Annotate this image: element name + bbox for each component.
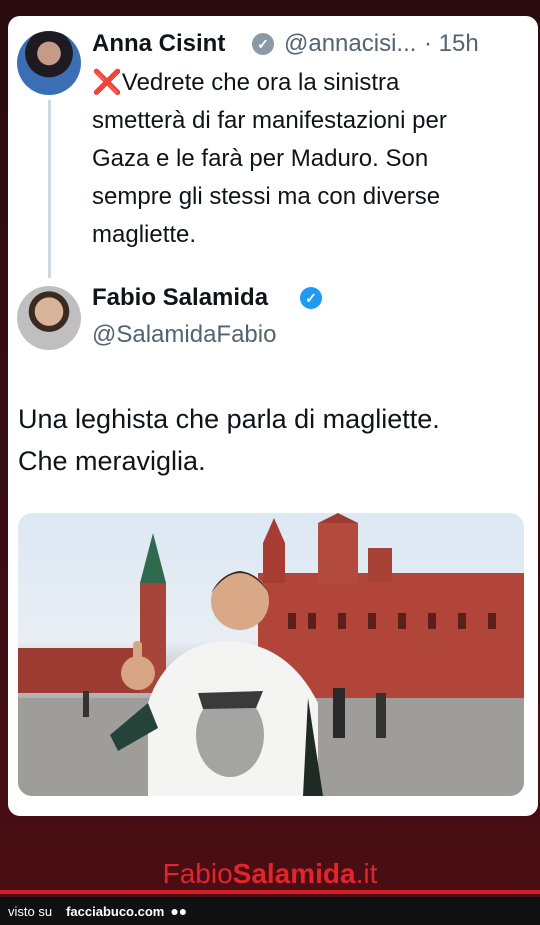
footer-watermark: FabioSalamida.it — [0, 858, 540, 890]
photo-illustration — [18, 513, 524, 796]
author-name-fabio[interactable]: Fabio Salamida — [92, 284, 268, 312]
reply-line-2: Che meraviglia. — [18, 446, 206, 476]
reply-line-1: Una leghista che parla di magliette. — [18, 404, 440, 434]
text-line-5: magliette. — [92, 221, 197, 248]
site-link[interactable]: facciabuco.com — [66, 904, 164, 919]
brand-part-2: Salamida — [232, 858, 356, 889]
cross-mark-icon: ❌ — [92, 69, 122, 96]
handle-anna[interactable]: @annacisi... — [284, 30, 416, 58]
handle-fabio[interactable]: @SalamidaFabio — [92, 321, 276, 349]
author-name-anna[interactable]: Anna Cisint — [92, 30, 225, 58]
brand-part-1: Fabio — [162, 858, 233, 889]
text-line-2: smetterà di far manifestazioni per — [92, 107, 447, 134]
visto-su-label: visto su — [8, 903, 53, 919]
verified-badge-icon: ✓ — [252, 33, 274, 55]
tweet-photo[interactable] — [18, 513, 524, 796]
red-divider — [0, 890, 540, 894]
brand-part-3: .it — [355, 858, 378, 889]
avatar-anna[interactable] — [17, 31, 81, 95]
text-line-1: Vedrete che ora la sinistra — [121, 69, 400, 96]
eyes-icon: ●● — [170, 903, 188, 919]
text-line-4: sempre gli stessi ma con diverse — [92, 183, 441, 210]
text-line-3: Gaza e le farà per Maduro. Son — [92, 145, 429, 172]
timestamp-anna[interactable]: · 15h — [424, 30, 479, 58]
avatar-fabio[interactable] — [17, 286, 81, 350]
tweet-text-fabio: Una leghista che parla di magliette. Che… — [18, 398, 524, 482]
bottom-credit-bar: visto su facciabuco.com ●● — [0, 897, 540, 925]
thread-connector-line — [48, 100, 51, 278]
tweet-text-anna: ❌Vedrete che ora la sinistra smetterà di… — [92, 64, 522, 254]
verified-badge-icon: ✓ — [300, 287, 322, 309]
